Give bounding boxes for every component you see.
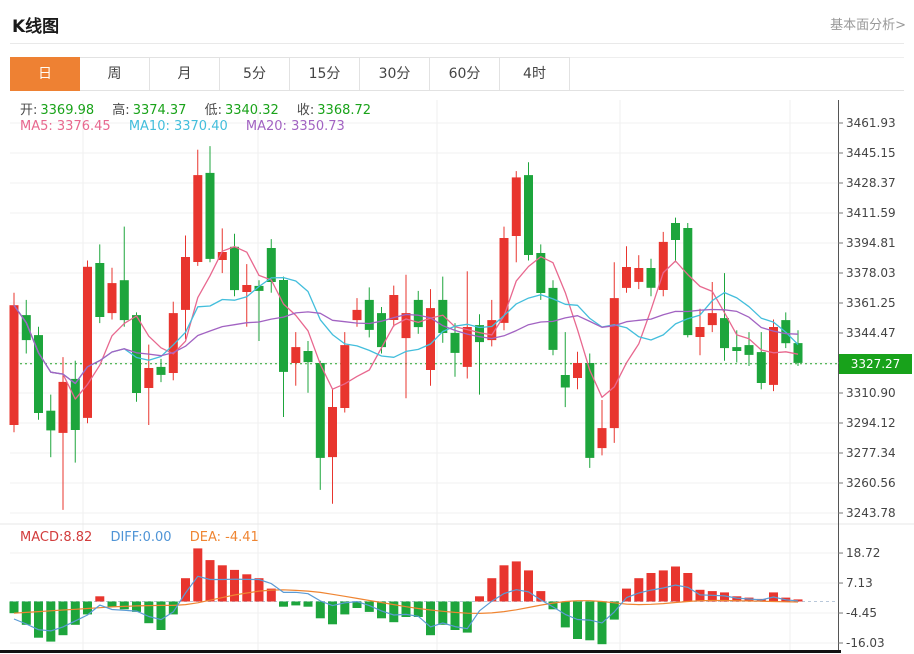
tab-week[interactable]: 周 [80, 57, 150, 91]
interval-tab-bar: 日 周 月 5分 15分 30分 60分 4时 [10, 57, 570, 91]
svg-text:3428.37: 3428.37 [846, 176, 896, 190]
svg-text:18.72: 18.72 [846, 546, 880, 560]
ma10-value: 3370.40 [174, 119, 228, 134]
page-title: K线图 [12, 12, 59, 37]
open-pair: 开:3369.98 [20, 103, 94, 118]
svg-text:3260.56: 3260.56 [846, 476, 896, 490]
high-pair: 高:3374.37 [112, 103, 186, 118]
svg-text:7.13: 7.13 [846, 576, 873, 590]
svg-text:3378.03: 3378.03 [846, 266, 896, 280]
svg-text:3411.59: 3411.59 [846, 206, 896, 220]
svg-text:3445.15: 3445.15 [846, 146, 896, 160]
svg-text:-4.45: -4.45 [846, 606, 877, 620]
tab-60min[interactable]: 60分 [430, 57, 500, 91]
svg-text:-16.03: -16.03 [846, 636, 885, 650]
macd-legend: MACD:8.82 DIFF:0.00 DEA: -4.41 [20, 530, 273, 545]
fundamental-analysis-link[interactable]: 基本面分析> [830, 14, 906, 33]
low-value: 3340.32 [225, 103, 279, 118]
ma20-pair: MA20: 3350.73 [246, 119, 345, 134]
tab-30min[interactable]: 30分 [360, 57, 430, 91]
tab-5min[interactable]: 5分 [220, 57, 290, 91]
svg-text:3243.78: 3243.78 [846, 506, 896, 520]
close-pair: 收:3368.72 [297, 103, 371, 118]
tab-month[interactable]: 月 [150, 57, 220, 91]
dea-value: -4.41 [225, 530, 259, 545]
macd-value: 8.82 [63, 530, 92, 545]
macd-pair: MACD:8.82 [20, 530, 92, 545]
close-value: 3368.72 [317, 103, 371, 118]
high-value: 3374.37 [133, 103, 187, 118]
ma5-pair: MA5: 3376.45 [20, 119, 111, 134]
ohlc-legend: 开:3369.98 高:3374.37 低:3340.32 收:3368.72 [20, 99, 385, 118]
low-pair: 低:3340.32 [205, 103, 279, 118]
svg-text:3294.12: 3294.12 [846, 416, 896, 430]
svg-text:3461.93: 3461.93 [846, 116, 896, 130]
tab-bar-extension [570, 57, 904, 91]
svg-text:3344.47: 3344.47 [846, 326, 896, 340]
dea-pair: DEA: -4.41 [190, 530, 259, 545]
ma20-value: 3350.73 [291, 119, 345, 134]
current-price-badge: 3327.27 [839, 354, 912, 374]
tab-day[interactable]: 日 [10, 57, 80, 91]
ma10-pair: MA10: 3370.40 [129, 119, 228, 134]
svg-text:3277.34: 3277.34 [846, 446, 896, 460]
open-value: 3369.98 [40, 103, 94, 118]
svg-text:3310.90: 3310.90 [846, 386, 896, 400]
tab-15min[interactable]: 15分 [290, 57, 360, 91]
diff-pair: DIFF:0.00 [110, 530, 171, 545]
svg-text:3394.81: 3394.81 [846, 236, 896, 250]
ma5-value: 3376.45 [57, 119, 111, 134]
ma-legend: MA5: 3376.45 MA10: 3370.40 MA20: 3350.73 [20, 119, 359, 134]
tab-4hour[interactable]: 4时 [500, 57, 570, 91]
svg-text:3361.25: 3361.25 [846, 296, 896, 310]
diff-value: 0.00 [143, 530, 172, 545]
title-divider [10, 43, 904, 44]
